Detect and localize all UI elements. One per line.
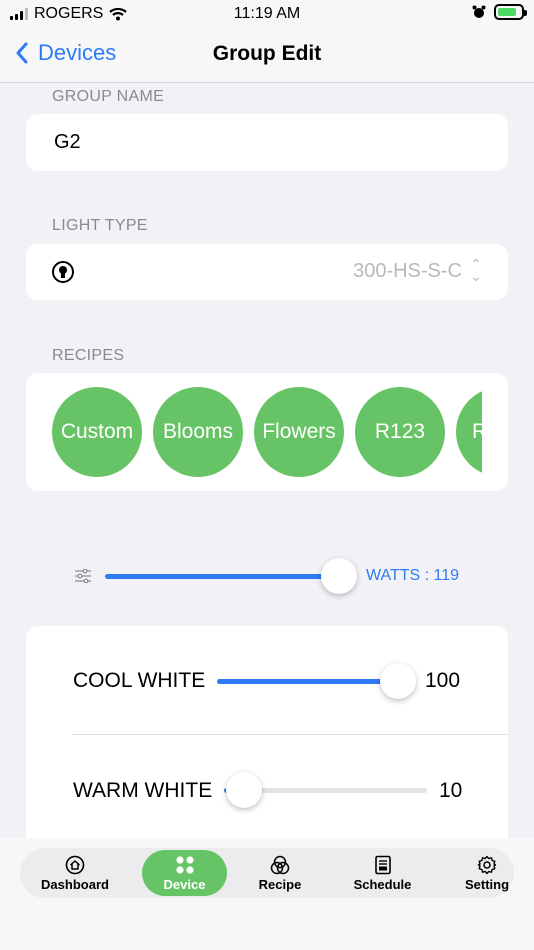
tab-device-label: Device [163,876,206,892]
sliders-icon [75,569,91,583]
tab-dashboard-label: Dashboard [41,876,109,892]
warm-white-slider[interactable] [224,772,427,808]
tab-schedule[interactable]: Schedule [345,848,420,898]
cool-white-value: 100 [425,669,461,692]
recipe-r123[interactable]: R123 [355,387,445,477]
tab-recipe[interactable]: Recipe [242,848,318,898]
bulb-icon [52,261,74,283]
gear-icon [477,855,497,875]
tab-device[interactable]: Device [142,850,227,896]
watts-slider[interactable] [105,558,357,594]
group-name-card [26,114,508,171]
status-bar: ROGERS 11:19 AM [0,0,534,28]
alarm-icon [472,5,486,18]
recipe-custom[interactable]: Custom [52,387,142,477]
tab-schedule-label: Schedule [353,876,412,892]
home-icon [65,855,85,875]
cool-white-slider-knob[interactable] [380,663,416,699]
recipe-flowers[interactable]: Flowers [254,387,344,477]
status-time: 11:19 AM [233,5,301,22]
tab-setting-label: Setting [464,876,510,892]
cool-white-slider-fill [217,679,398,684]
warm-white-label: WARM WHITE [73,779,213,802]
recipes-label: RECIPES [52,347,125,364]
channel-divider [72,734,508,735]
light-type-label: LIGHT TYPE [52,217,148,234]
navigation-bar: Devices Group Edit [0,28,534,83]
recipe-icon [270,855,290,875]
cool-white-slider[interactable] [217,663,416,699]
chevron-up-down-icon: ⌃ ⌄ [470,256,482,284]
battery-icon [494,4,527,20]
watts-slider-knob[interactable] [321,558,357,594]
channels-card [26,626,508,866]
schedule-icon [373,855,393,875]
recipe-partial[interactable]: R [456,387,482,477]
recipes-card: Custom Blooms Flowers R123 R [26,373,508,491]
tab-bar: Dashboard Device Recipe Schedule Setting [20,848,514,898]
light-type-selector[interactable]: 300-HS-S-C ⌃ ⌄ [26,244,508,300]
warm-white-value: 10 [439,779,463,802]
page-title: Group Edit [212,42,322,65]
grid-icon [175,855,195,875]
tab-setting[interactable]: Setting [448,848,526,898]
tab-recipe-label: Recipe [258,876,302,892]
light-type-value: 300-HS-S-C [353,260,462,282]
tab-dashboard[interactable]: Dashboard [32,848,118,898]
recipes-scroller[interactable]: Custom Blooms Flowers R123 R [52,387,482,479]
watts-readout: WATTS : 119 [366,567,460,584]
cool-white-label: COOL WHITE [73,669,206,692]
recipe-blooms[interactable]: Blooms [153,387,243,477]
group-name-input[interactable] [52,130,476,155]
watts-slider-fill [105,574,339,579]
group-name-label: GROUP NAME [52,88,165,105]
